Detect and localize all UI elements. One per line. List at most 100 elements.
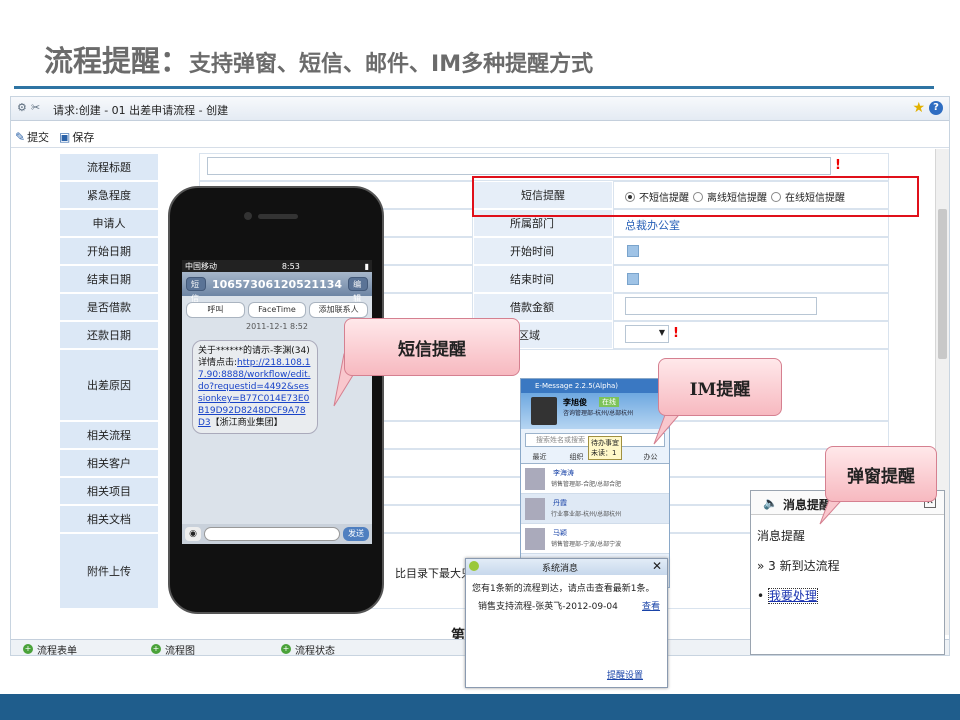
tools-icon[interactable]: ✂ bbox=[31, 102, 43, 114]
sysmsg-title: 系统消息 bbox=[542, 564, 579, 574]
sms-bubble: 关于******的请示-李渊(34)详情点击:http://218.108.17… bbox=[192, 340, 318, 434]
avatar bbox=[531, 397, 557, 425]
label-applicant: 申请人 bbox=[59, 209, 159, 237]
plus-icon: + bbox=[281, 644, 291, 654]
label-attachment: 附件上传 bbox=[59, 533, 159, 609]
tab-flow-chart[interactable]: + 流程图 bbox=[151, 641, 195, 655]
bottom-band bbox=[0, 694, 960, 720]
dropdown-arrow-icon: ▼ bbox=[658, 328, 665, 337]
label-related-doc: 相关文档 bbox=[59, 505, 159, 533]
star-icon[interactable]: ★ bbox=[912, 100, 925, 116]
call-button[interactable]: 呼叫 bbox=[186, 302, 245, 318]
plus-icon: + bbox=[23, 644, 33, 654]
tab-flow-status[interactable]: + 流程状态 bbox=[281, 641, 335, 655]
facetime-button[interactable]: FaceTime bbox=[247, 302, 307, 318]
submit-icon: ✎ bbox=[15, 130, 26, 144]
loan-amount-input[interactable] bbox=[625, 297, 817, 315]
status-badge[interactable]: 在线 bbox=[599, 397, 619, 407]
popup-callout: 弹窗提醒 bbox=[825, 446, 937, 502]
camera-icon[interactable]: ◉ bbox=[185, 527, 201, 541]
required-mark: ! bbox=[835, 158, 841, 173]
submit-button[interactable]: ✎ 提交 bbox=[15, 129, 49, 145]
sender-number: 10657306120521134 bbox=[211, 277, 343, 291]
label-related-customer: 相关客户 bbox=[59, 449, 159, 477]
sms-actions: 呼叫 FaceTime 添加联系人 bbox=[182, 296, 372, 320]
tab-recent[interactable]: 最近 bbox=[521, 451, 558, 463]
label-end-time: 结束时间 bbox=[473, 265, 613, 293]
help-icon[interactable]: ? bbox=[929, 101, 943, 115]
phone-status-bar: 中国移动 8:53 ▮ bbox=[182, 260, 372, 272]
plus-icon: + bbox=[151, 644, 161, 654]
label-reason: 出差原因 bbox=[59, 349, 159, 421]
camera-icon bbox=[244, 212, 252, 220]
close-icon[interactable]: ✕ bbox=[652, 559, 662, 573]
sysmsg-text: 您有1条新的流程到达，请点击查看最新1条。 bbox=[472, 584, 655, 594]
list-item[interactable]: 马颖 销售管理部-宁波/总部宁波 bbox=[521, 524, 669, 554]
list-item[interactable]: 李海涛 销售管理部-合肥/总部合肥 bbox=[521, 464, 669, 494]
slide-title: 流程提醒：支持弹窗、短信、邮件、IM多种提醒方式 bbox=[44, 38, 593, 80]
settings-icon[interactable]: ⚙ bbox=[17, 102, 29, 114]
tab-office[interactable]: 办公 bbox=[632, 451, 669, 463]
label-start-date: 开始日期 bbox=[59, 237, 159, 265]
battery-icon: ▮ bbox=[364, 261, 369, 271]
im-title: E-Message 2.2.5(Alpha) bbox=[521, 379, 669, 393]
im-window: E-Message 2.2.5(Alpha) 李旭俊 在线 咨询管理部-杭州/总… bbox=[520, 378, 670, 588]
handle-link[interactable]: 我要处理 bbox=[767, 588, 818, 604]
avatar bbox=[525, 468, 545, 490]
avatar bbox=[525, 528, 545, 550]
sms-nav-bar: 短信 10657306120521134 编辑 bbox=[182, 272, 372, 303]
calendar-icon[interactable] bbox=[627, 273, 639, 285]
window-title: 请求:创建 - 01 出差申请流程 - 创建 bbox=[53, 104, 229, 117]
window-titlebar: ⚙ ✂ 请求:创建 - 01 出差申请流程 - 创建 ★ ? bbox=[11, 97, 949, 121]
label-repay-date: 还款日期 bbox=[59, 321, 159, 349]
tab-flow-form[interactable]: + 流程表单 bbox=[23, 641, 77, 655]
phone-time: 8:53 bbox=[281, 261, 300, 271]
avatar bbox=[525, 498, 545, 520]
list-item[interactable]: 丹霞 行业事业部-杭州/总部杭州 bbox=[521, 494, 669, 524]
save-icon: ▣ bbox=[59, 130, 71, 144]
label-flow-title: 流程标题 bbox=[59, 153, 159, 181]
label-start-time: 开始时间 bbox=[473, 237, 613, 265]
label-borrow: 是否借款 bbox=[59, 293, 159, 321]
slide-title-main: 流程提醒： bbox=[44, 44, 190, 78]
im-user-name: 李旭俊 bbox=[563, 398, 587, 407]
im-profile: 李旭俊 在线 咨询管理部-杭州/总部杭州 bbox=[521, 393, 669, 429]
sms-highlight-box bbox=[472, 176, 919, 217]
sysmsg-titlebar: 系统消息 ✕ bbox=[466, 559, 667, 575]
sms-callout: 短信提醒 bbox=[344, 318, 520, 376]
label-end-date: 结束日期 bbox=[59, 265, 159, 293]
reminder-settings-link[interactable]: 提醒设置 bbox=[607, 668, 643, 681]
scroll-thumb[interactable] bbox=[938, 209, 947, 359]
popup-line3: • 我要处理 bbox=[757, 588, 818, 604]
flow-title-input[interactable] bbox=[207, 157, 831, 175]
sms-input-bar: ◉ 发送 bbox=[182, 524, 372, 544]
label-urgency: 紧急程度 bbox=[59, 181, 159, 209]
speaker-icon: 🔈 bbox=[763, 496, 778, 510]
save-button[interactable]: ▣ 保存 bbox=[59, 129, 94, 145]
im-callout: IM提醒 bbox=[658, 358, 782, 416]
required-mark: ! bbox=[673, 326, 679, 341]
sysmsg-item: 销售支持流程-张英飞-2012-09-04 bbox=[478, 602, 618, 612]
label-loan-amount: 借款金额 bbox=[473, 293, 613, 321]
toolbar: ✎ 提交 ▣ 保存 bbox=[11, 126, 949, 148]
label-related-flow: 相关流程 bbox=[59, 421, 159, 449]
im-user-dept: 咨询管理部-杭州/总部杭州 bbox=[563, 410, 634, 417]
todo-tooltip: 待办事宜 未读：1 bbox=[588, 436, 622, 460]
label-related-project: 相关项目 bbox=[59, 477, 159, 505]
back-button[interactable]: 短信 bbox=[186, 277, 206, 303]
trip-area-select[interactable]: ▼ bbox=[625, 325, 669, 343]
edit-button[interactable]: 编辑 bbox=[348, 277, 368, 303]
slide-title-sub: 支持弹窗、短信、邮件、IM多种提醒方式 bbox=[189, 52, 594, 77]
carrier: 中国移动 bbox=[185, 261, 217, 271]
add-contact-button[interactable]: 添加联系人 bbox=[309, 302, 369, 318]
view-link[interactable]: 查看 bbox=[642, 599, 660, 612]
speaker-grill bbox=[258, 214, 298, 219]
sms-input[interactable] bbox=[204, 527, 340, 541]
dept-value: 总裁办公室 bbox=[625, 219, 680, 232]
calendar-icon[interactable] bbox=[627, 245, 639, 257]
send-button[interactable]: 发送 bbox=[343, 527, 369, 541]
popup-line2: » 3 新到达流程 bbox=[757, 559, 840, 573]
system-message-window: 系统消息 ✕ 您有1条新的流程到达，请点击查看最新1条。 销售支持流程-张英飞-… bbox=[465, 558, 668, 688]
popup-line1: 消息提醒 bbox=[757, 529, 806, 543]
logo-icon bbox=[469, 561, 479, 571]
